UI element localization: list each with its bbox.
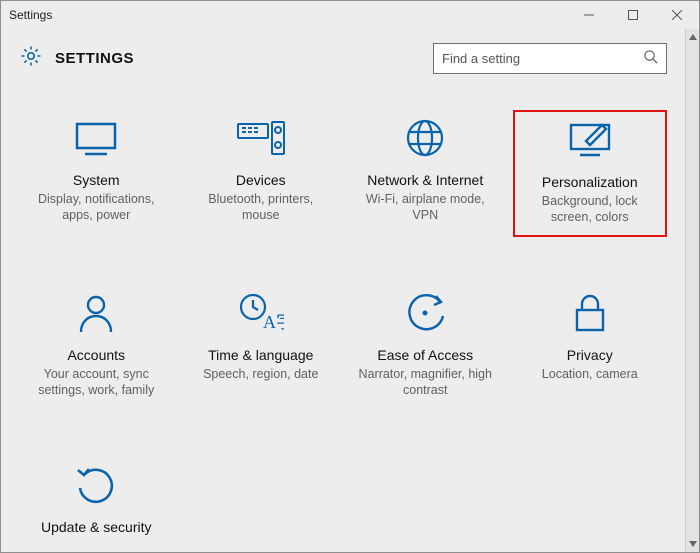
category-subtitle: Display, notifications, apps, power (23, 192, 170, 223)
category-subtitle: Speech, region, date (199, 367, 322, 383)
page-title: SETTINGS (55, 50, 134, 67)
gear-icon (19, 44, 43, 73)
header-left: SETTINGS (19, 44, 134, 73)
search-icon (643, 49, 658, 69)
category-title: Personalization (542, 174, 638, 190)
category-time-language[interactable]: A字 Time & language Speech, region, date (184, 285, 339, 408)
scroll-track[interactable] (686, 45, 699, 536)
category-subtitle: Your account, sync settings, work, famil… (23, 367, 170, 398)
globe-icon (404, 114, 446, 162)
svg-text:A字: A字 (263, 312, 284, 332)
titlebar: Settings (1, 1, 699, 29)
lock-icon (572, 289, 608, 337)
header-row: SETTINGS (19, 43, 667, 74)
category-devices[interactable]: Devices Bluetooth, printers, mouse (184, 110, 339, 237)
update-icon (75, 461, 117, 509)
vertical-scrollbar[interactable] (685, 29, 699, 552)
scroll-down-arrow[interactable] (686, 536, 699, 552)
category-system[interactable]: System Display, notifications, apps, pow… (19, 110, 174, 237)
category-title: Network & Internet (367, 172, 483, 188)
minimize-button[interactable] (567, 1, 611, 29)
person-icon (76, 289, 116, 337)
settings-window: Settings (0, 0, 700, 553)
category-grid: System Display, notifications, apps, pow… (19, 110, 667, 549)
window-title: Settings (9, 8, 52, 22)
category-title: Ease of Access (377, 347, 473, 363)
search-input[interactable] (442, 51, 643, 66)
category-subtitle: Bluetooth, printers, mouse (188, 192, 335, 223)
category-title: Time & language (208, 347, 313, 363)
category-accounts[interactable]: Accounts Your account, sync settings, wo… (19, 285, 174, 408)
window-body: SETTINGS (1, 29, 699, 552)
category-subtitle: Background, lock screen, colors (519, 194, 662, 225)
category-personalization[interactable]: Personalization Background, lock screen,… (513, 110, 668, 237)
category-subtitle: Wi-Fi, airplane mode, VPN (352, 192, 499, 223)
maximize-button[interactable] (611, 1, 655, 29)
category-title: Accounts (67, 347, 125, 363)
devices-icon (236, 114, 286, 162)
close-button[interactable] (655, 1, 699, 29)
time-language-icon: A字 (238, 289, 284, 337)
category-title: Devices (236, 172, 286, 188)
category-update-security[interactable]: Update & security (19, 457, 174, 549)
category-network[interactable]: Network & Internet Wi-Fi, airplane mode,… (348, 110, 503, 237)
display-icon (73, 114, 119, 162)
category-title: Update & security (41, 519, 152, 535)
category-title: Privacy (567, 347, 613, 363)
search-box[interactable] (433, 43, 667, 74)
category-subtitle: Location, camera (538, 367, 642, 383)
ease-of-access-icon (404, 289, 446, 337)
scroll-up-arrow[interactable] (686, 29, 699, 45)
category-privacy[interactable]: Privacy Location, camera (513, 285, 668, 408)
category-subtitle: Narrator, magnifier, high contrast (352, 367, 499, 398)
category-title: System (73, 172, 120, 188)
personalization-icon (566, 116, 614, 164)
category-ease-of-access[interactable]: Ease of Access Narrator, magnifier, high… (348, 285, 503, 408)
content-area: SETTINGS (1, 29, 685, 552)
window-controls (567, 1, 699, 29)
